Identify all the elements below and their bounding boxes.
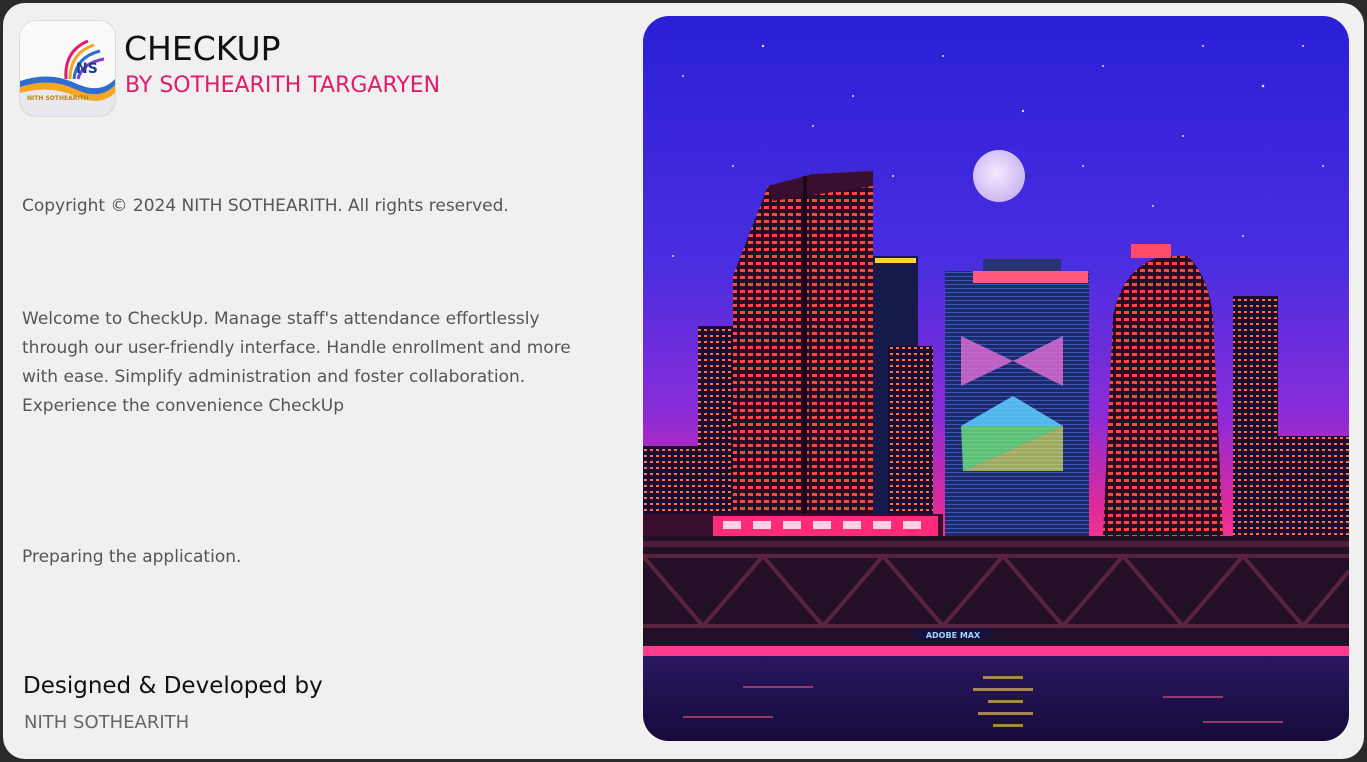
copyright-text: Copyright © 2024 NITH SOTHEARITH. All ri… [22, 196, 509, 216]
credits-heading: Designed & Developed by [23, 673, 323, 699]
app-logo: NS NITH SOTHEARITH [20, 21, 115, 116]
welcome-text: Welcome to CheckUp. Manage staff's atten… [22, 309, 571, 416]
credits-name: NITH SOTHEARITH [24, 712, 190, 733]
app-subtitle: BY SOTHEARITH TARGARYEN [125, 73, 441, 98]
splash-window: NS NITH SOTHEARITH CHECKUP BY SOTHEARITH… [3, 3, 1364, 759]
loading-status: Preparing the application. [22, 547, 242, 567]
app-title: CHECKUP [124, 29, 281, 68]
bridge-sign: ADOBE MAX [926, 631, 981, 640]
svg-text:NITH SOTHEARITH: NITH SOTHEARITH [27, 95, 89, 102]
svg-text:NS: NS [76, 61, 98, 77]
hero-image: ADOBE MAX [643, 16, 1349, 741]
logo-graphic: NS NITH SOTHEARITH [20, 21, 115, 116]
moon-icon [973, 150, 1025, 202]
city-night-illustration: ADOBE MAX [643, 16, 1349, 741]
